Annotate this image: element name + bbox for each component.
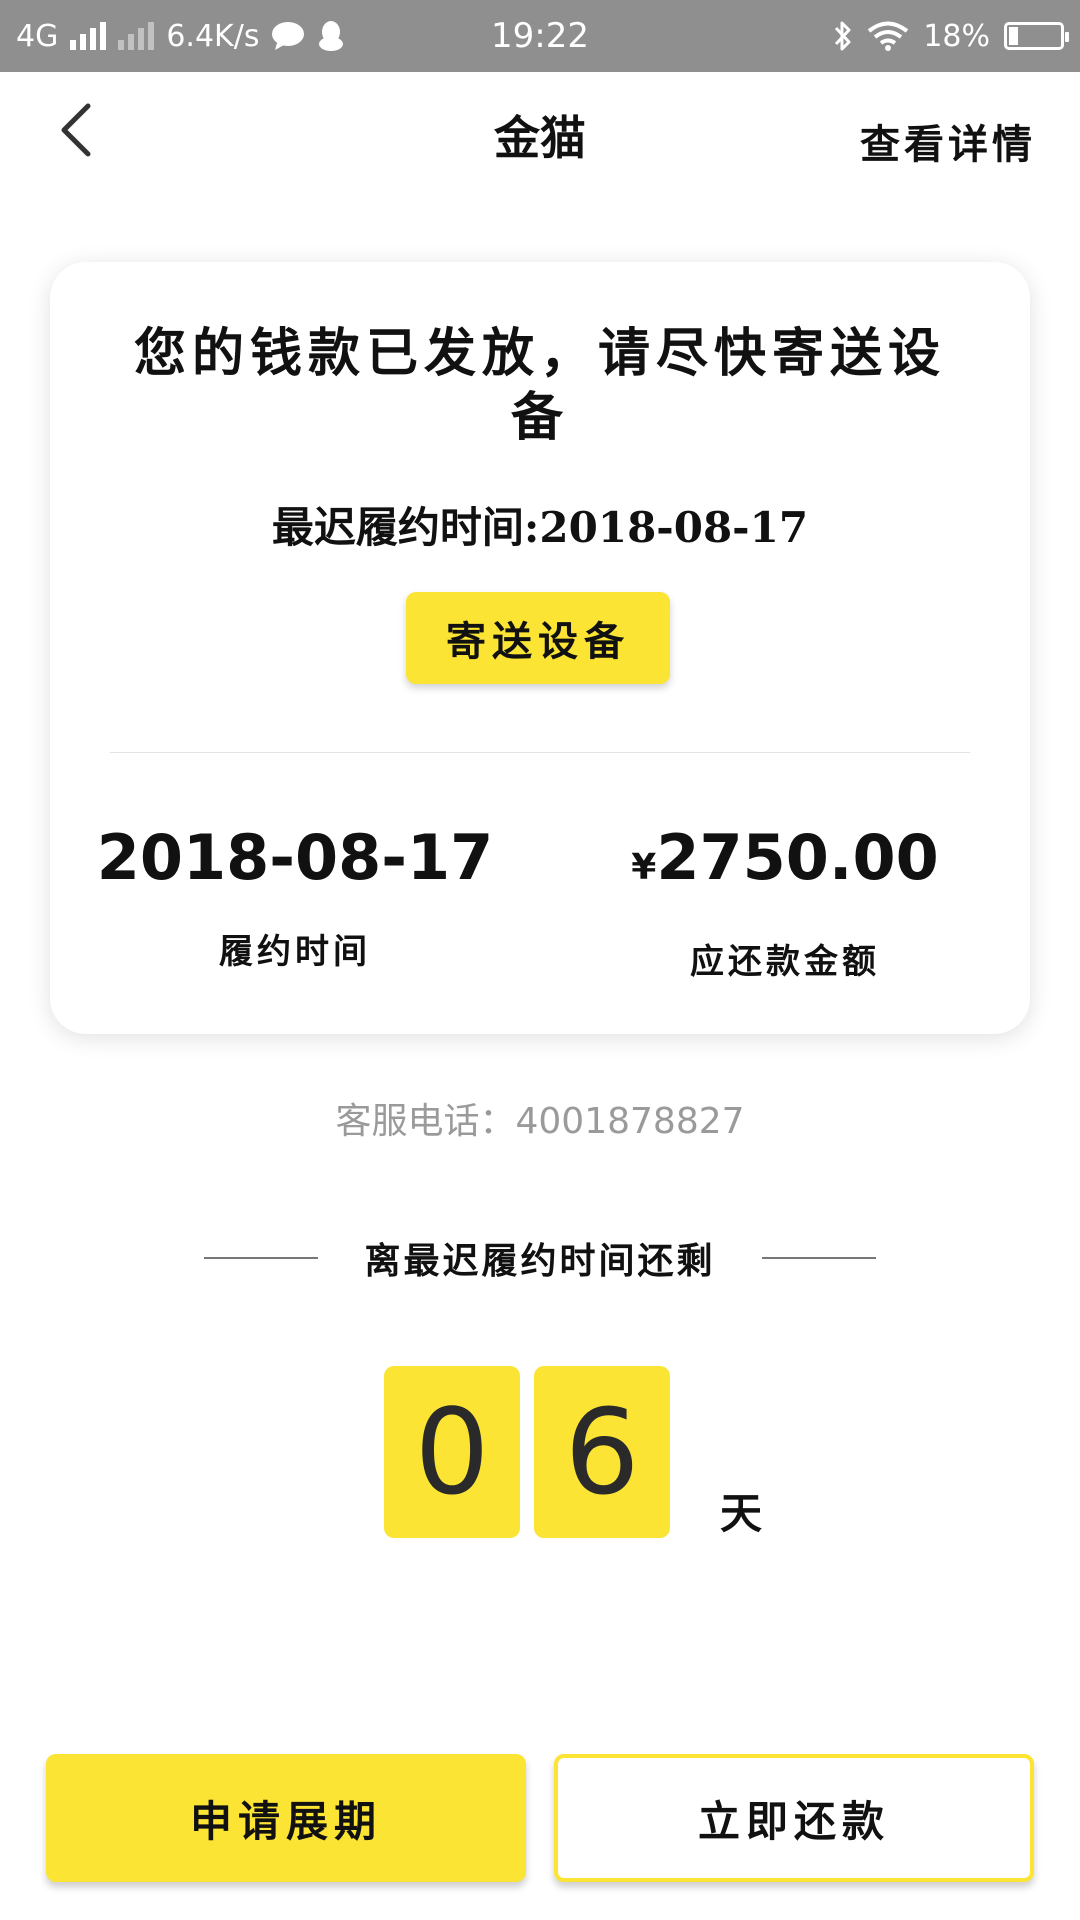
deadline-text: 最迟履约时间:2018-08-17: [271, 503, 809, 552]
card-divider: [110, 752, 970, 753]
header: 金猫 查看详情: [0, 72, 1080, 192]
repayment-amount-label: 应还款金额: [690, 942, 880, 982]
countdown-line-left: [204, 1257, 319, 1259]
customer-service-phone[interactable]: 客服电话：4001878827: [0, 1092, 1080, 1144]
repay-now-button[interactable]: 立即还款: [554, 1754, 1034, 1882]
repayment-amount-value: 2750.00: [656, 821, 939, 894]
apply-extension-button[interactable]: 申请展期: [46, 1754, 526, 1882]
loan-status-card: 您的钱款已发放，请尽快寄送设备 最迟履约时间:2018-08-17 寄送设备 2…: [50, 262, 1030, 1034]
battery-icon: [1004, 22, 1069, 50]
countdown-digit-tens: 0: [384, 1366, 520, 1538]
fulfillment-date-label: 履约时间: [219, 932, 371, 972]
countdown-line-right: [761, 1257, 876, 1259]
currency-symbol: ¥: [631, 847, 657, 888]
countdown-header: 离最迟履约时间还剩: [0, 1232, 1080, 1284]
battery-fill: [1009, 27, 1018, 45]
status-bar: 4G 6.4K/s 19:22 18%: [0, 0, 1080, 72]
view-details-link[interactable]: 查看详情: [860, 112, 1036, 170]
bluetooth-icon: [835, 21, 851, 51]
fulfillment-date-value: 2018-08-17: [96, 821, 494, 894]
battery-percent: 18%: [923, 18, 990, 54]
service-phone-label: 客服电话：: [335, 1101, 516, 1142]
service-phone-number: 4001878827: [515, 1101, 745, 1142]
fulfillment-date-stat: 2018-08-17 履约时间: [50, 822, 540, 973]
repayment-amount-stat: ¥2750.00 应还款金额: [540, 822, 1030, 983]
status-time: 19:22: [491, 16, 589, 56]
repayment-amount: ¥2750.00: [540, 822, 1030, 904]
countdown-digits: 0 6: [384, 1366, 670, 1538]
payout-message: 您的钱款已发放，请尽快寄送设备: [133, 323, 946, 448]
send-device-button[interactable]: 寄送设备: [406, 592, 670, 684]
countdown-unit: 天: [720, 1489, 763, 1538]
countdown-title: 离最迟履约时间还剩: [364, 1240, 716, 1282]
status-bar-right: 18%: [833, 0, 1069, 72]
wifi-icon: [868, 21, 909, 51]
countdown-digit-ones: 6: [534, 1366, 670, 1538]
